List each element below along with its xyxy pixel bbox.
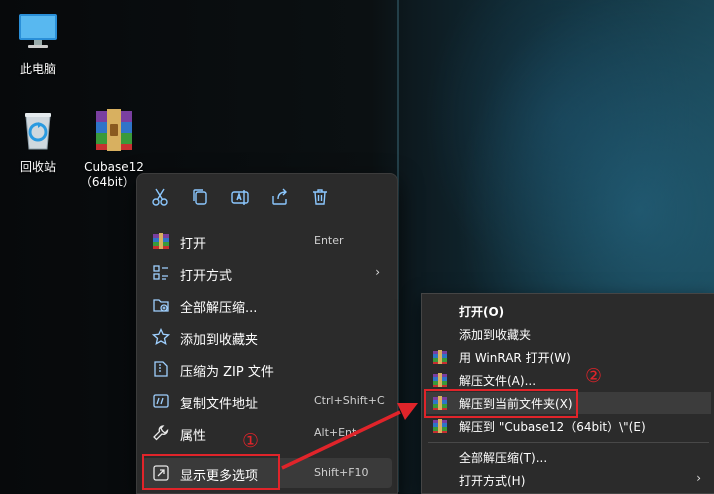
annotation-arrow	[281, 403, 418, 470]
